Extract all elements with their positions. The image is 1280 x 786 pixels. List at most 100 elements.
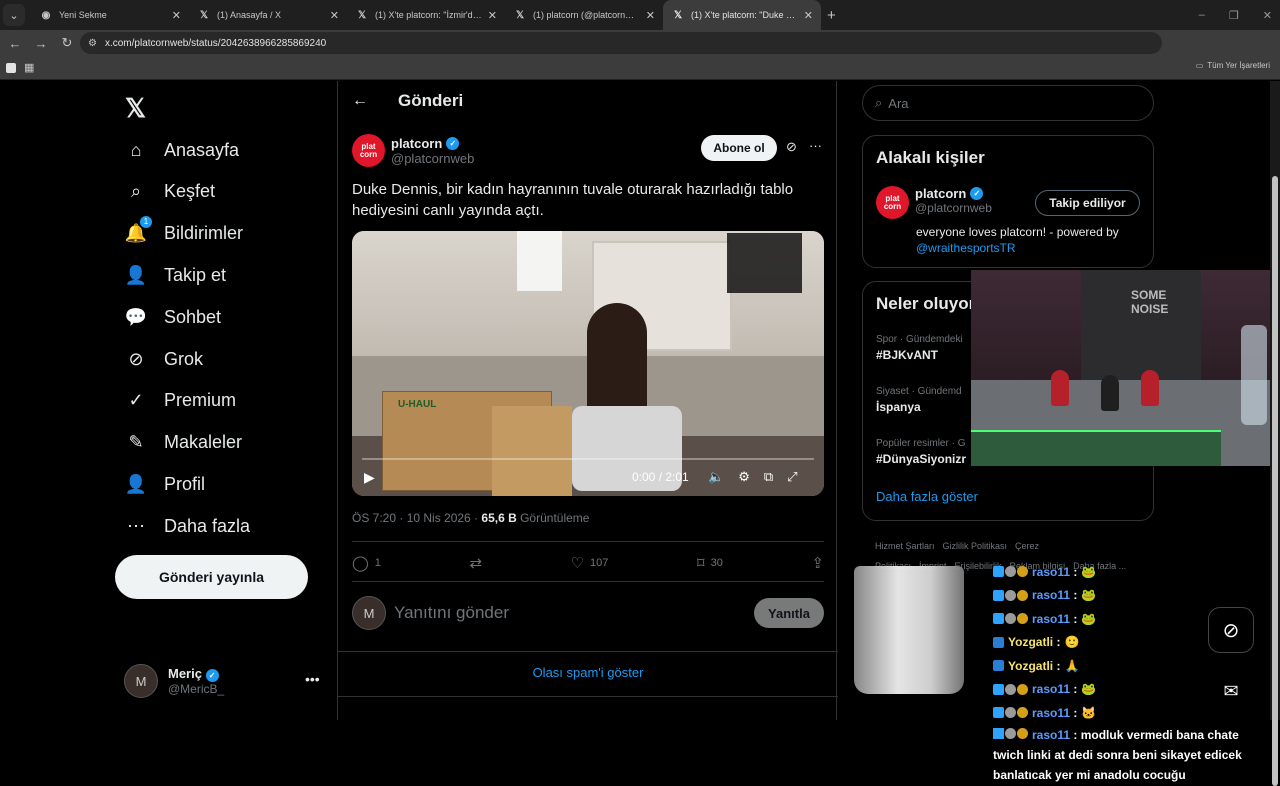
post-author[interactable]: plat corn platcorn ✓ @platcornweb — [352, 134, 474, 167]
nav-item-label: Anasayfa — [164, 139, 240, 160]
picture-in-picture-icon[interactable]: ⧉ — [764, 469, 773, 485]
x-logo-icon[interactable]: 𝕏 — [125, 93, 146, 124]
chat-username: raso11 — [1032, 705, 1071, 720]
video-time: 0:00 / 2:01 — [632, 470, 689, 484]
apps-grid-icon[interactable]: ▦ — [24, 61, 34, 74]
add-person-icon: 👤 — [124, 264, 148, 285]
restore-icon[interactable]: ❐ — [1229, 9, 1239, 22]
nav-item-search[interactable]: ⌕ Keşfet — [124, 172, 215, 212]
new-tab-button[interactable]: + — [827, 7, 836, 24]
chat-badges-icon — [993, 683, 1028, 695]
subscribe-button[interactable]: Abone ol — [701, 135, 777, 161]
chrome-icon: ◉ — [41, 9, 51, 21]
trend-item[interactable]: Popüler resimler · G #DünyaSiyonizr — [876, 438, 966, 466]
search-icon: ⌕ — [130, 181, 142, 202]
post-button[interactable]: Gönderi yayınla — [115, 555, 308, 599]
video-player[interactable]: U-HAUL ▶ 0:00 / 2:01 🔈 ⚙ ⧉ ⤢ — [352, 231, 824, 496]
nav-item-grok[interactable]: ⊘ Grok — [124, 339, 203, 379]
account-switcher[interactable]: M Meriç ✓ @MericB_ — [124, 664, 224, 698]
trend-item[interactable]: Spor · Gündemdeki #BJKvANT — [876, 334, 963, 362]
figurine — [1101, 375, 1119, 411]
nav-item-articles[interactable]: ✎ Makaleler — [124, 423, 242, 463]
fullscreen-icon[interactable]: ⤢ — [787, 469, 797, 485]
back-arrow-icon[interactable]: ← — [352, 92, 368, 110]
account-more-icon[interactable]: ••• — [305, 671, 320, 687]
divider — [352, 581, 824, 582]
show-more-link[interactable]: Daha fazla göster — [876, 489, 978, 504]
all-bookmarks-button[interactable]: ▭ Tüm Yer İşaretleri — [1196, 61, 1270, 70]
repost-action[interactable]: ⇄ — [469, 554, 482, 572]
close-tab-icon[interactable]: ✕ — [646, 9, 655, 22]
bookmark-page-icon[interactable] — [6, 62, 16, 73]
close-tab-icon[interactable]: ✕ — [804, 9, 813, 22]
more-icon[interactable]: ··· — [809, 138, 822, 153]
close-window-icon[interactable]: ✕ — [1263, 9, 1272, 22]
tab-strip: ⌄ ◉ Yeni Sekme ✕ 𝕏 (1) Anasayfa / X ✕ 𝕏 (1) X't… — [0, 0, 1280, 30]
minimize-icon[interactable]: – — [1199, 9, 1205, 21]
nav-item-person[interactable]: 👤 Profil — [124, 464, 205, 504]
relevant-user-handle: @platcornweb — [915, 201, 992, 215]
scrollbar-thumb[interactable] — [1272, 176, 1278, 786]
show-spam-link[interactable]: Olası spam'i göster — [338, 665, 838, 680]
footer-link[interactable]: Hizmet Şartları — [875, 541, 935, 551]
browser-tab[interactable]: 𝕏 (1) Anasayfa / X ✕ — [189, 0, 347, 30]
search-box[interactable]: ⌕ — [862, 85, 1154, 121]
search-input[interactable] — [888, 95, 1129, 111]
video-progress-bar[interactable] — [362, 458, 814, 460]
relevant-user[interactable]: plat corn platcorn ✓ @platcornweb — [876, 186, 992, 219]
page-scrollbar[interactable] — [1270, 81, 1280, 786]
bio-mention-link[interactable]: @wraithesportsTR — [916, 241, 1016, 255]
folder-icon: ▭ — [1195, 61, 1204, 70]
browser-tab[interactable]: 𝕏 (1) X'te platcorn: "Duke Dennis, ✕ — [663, 0, 821, 30]
nav-item-verified[interactable]: ✓ Premium — [124, 381, 236, 421]
chat-username: Yozgatli — [1008, 658, 1054, 673]
video-window — [517, 231, 562, 291]
author-avatar[interactable]: plat corn — [352, 134, 385, 167]
browser-tab[interactable]: 𝕏 (1) platcorn (@platcornweb) / X ✕ — [505, 0, 663, 30]
divider — [338, 651, 838, 652]
nav-item-label: Sohbet — [164, 306, 222, 327]
following-button[interactable]: Takip ediliyor — [1035, 190, 1140, 216]
browser-tab[interactable]: ◉ Yeni Sekme ✕ — [31, 0, 189, 30]
share-action[interactable]: ⇪ — [811, 554, 824, 572]
relevant-user-name[interactable]: platcorn — [915, 186, 966, 201]
chat-username: raso11 — [1032, 611, 1071, 626]
tab-search-icon[interactable]: ⌄ — [3, 4, 25, 26]
volume-icon[interactable]: 🔈 — [708, 469, 724, 485]
trend-item[interactable]: Siyaset · Gündemd İspanya — [876, 386, 962, 414]
settings-icon[interactable]: ⚙ — [738, 469, 750, 485]
back-icon[interactable]: ← — [2, 36, 28, 51]
video-box-2 — [492, 406, 572, 496]
reply-action[interactable]: ◯ 1 — [352, 554, 381, 572]
reply-input[interactable]: Yanıtını gönder — [394, 603, 754, 623]
nav-item-chat[interactable]: 💬 Sohbet — [124, 297, 221, 337]
reply-button[interactable]: Yanıtla — [754, 598, 824, 628]
close-tab-icon[interactable]: ✕ — [488, 9, 497, 22]
author-handle[interactable]: @platcornweb — [391, 151, 474, 166]
chat-message: raso11 : 🐸 — [993, 560, 1263, 584]
relevant-user-avatar[interactable]: plat corn — [876, 186, 909, 219]
grok-floating-button[interactable]: ⊘ — [1208, 607, 1254, 653]
reload-icon[interactable]: ↻ — [54, 35, 80, 51]
nav-item-more-circle[interactable]: ⋯ Daha fazla — [124, 506, 250, 546]
like-action[interactable]: ♡ 107 — [571, 554, 609, 572]
site-info-icon[interactable]: ⚙ — [88, 38, 97, 49]
messages-floating-button[interactable]: ✉ — [1209, 669, 1253, 713]
close-tab-icon[interactable]: ✕ — [330, 9, 339, 22]
forward-icon[interactable]: → — [28, 36, 54, 51]
chat-badges-icon — [993, 589, 1028, 601]
close-tab-icon[interactable]: ✕ — [172, 9, 181, 22]
grok-icon[interactable]: ⊘ — [786, 139, 797, 155]
nav-item-add-person[interactable]: 👤 Takip et — [124, 255, 226, 295]
author-name[interactable]: platcorn — [391, 136, 442, 151]
trend-context: Popüler resimler · G — [876, 438, 966, 449]
verified-icon: ✓ — [970, 187, 984, 200]
play-icon[interactable]: ▶ — [364, 469, 375, 486]
nav-item-home[interactable]: ⌂ Anasayfa — [124, 130, 240, 170]
bookmark-action[interactable]: ⌑ 30 — [697, 554, 723, 572]
browser-tab[interactable]: 𝕏 (1) X'te platcorn: "İzmir'de IRL d ✕ — [347, 0, 505, 30]
notification-badge: 1 — [140, 215, 152, 228]
account-handle: @MericB_ — [168, 682, 225, 696]
url-field[interactable]: ⚙ x.com/platcornweb/status/2042638966285… — [80, 32, 1162, 54]
nav-item-bell[interactable]: 🔔 1 Bildirimler — [124, 214, 243, 254]
